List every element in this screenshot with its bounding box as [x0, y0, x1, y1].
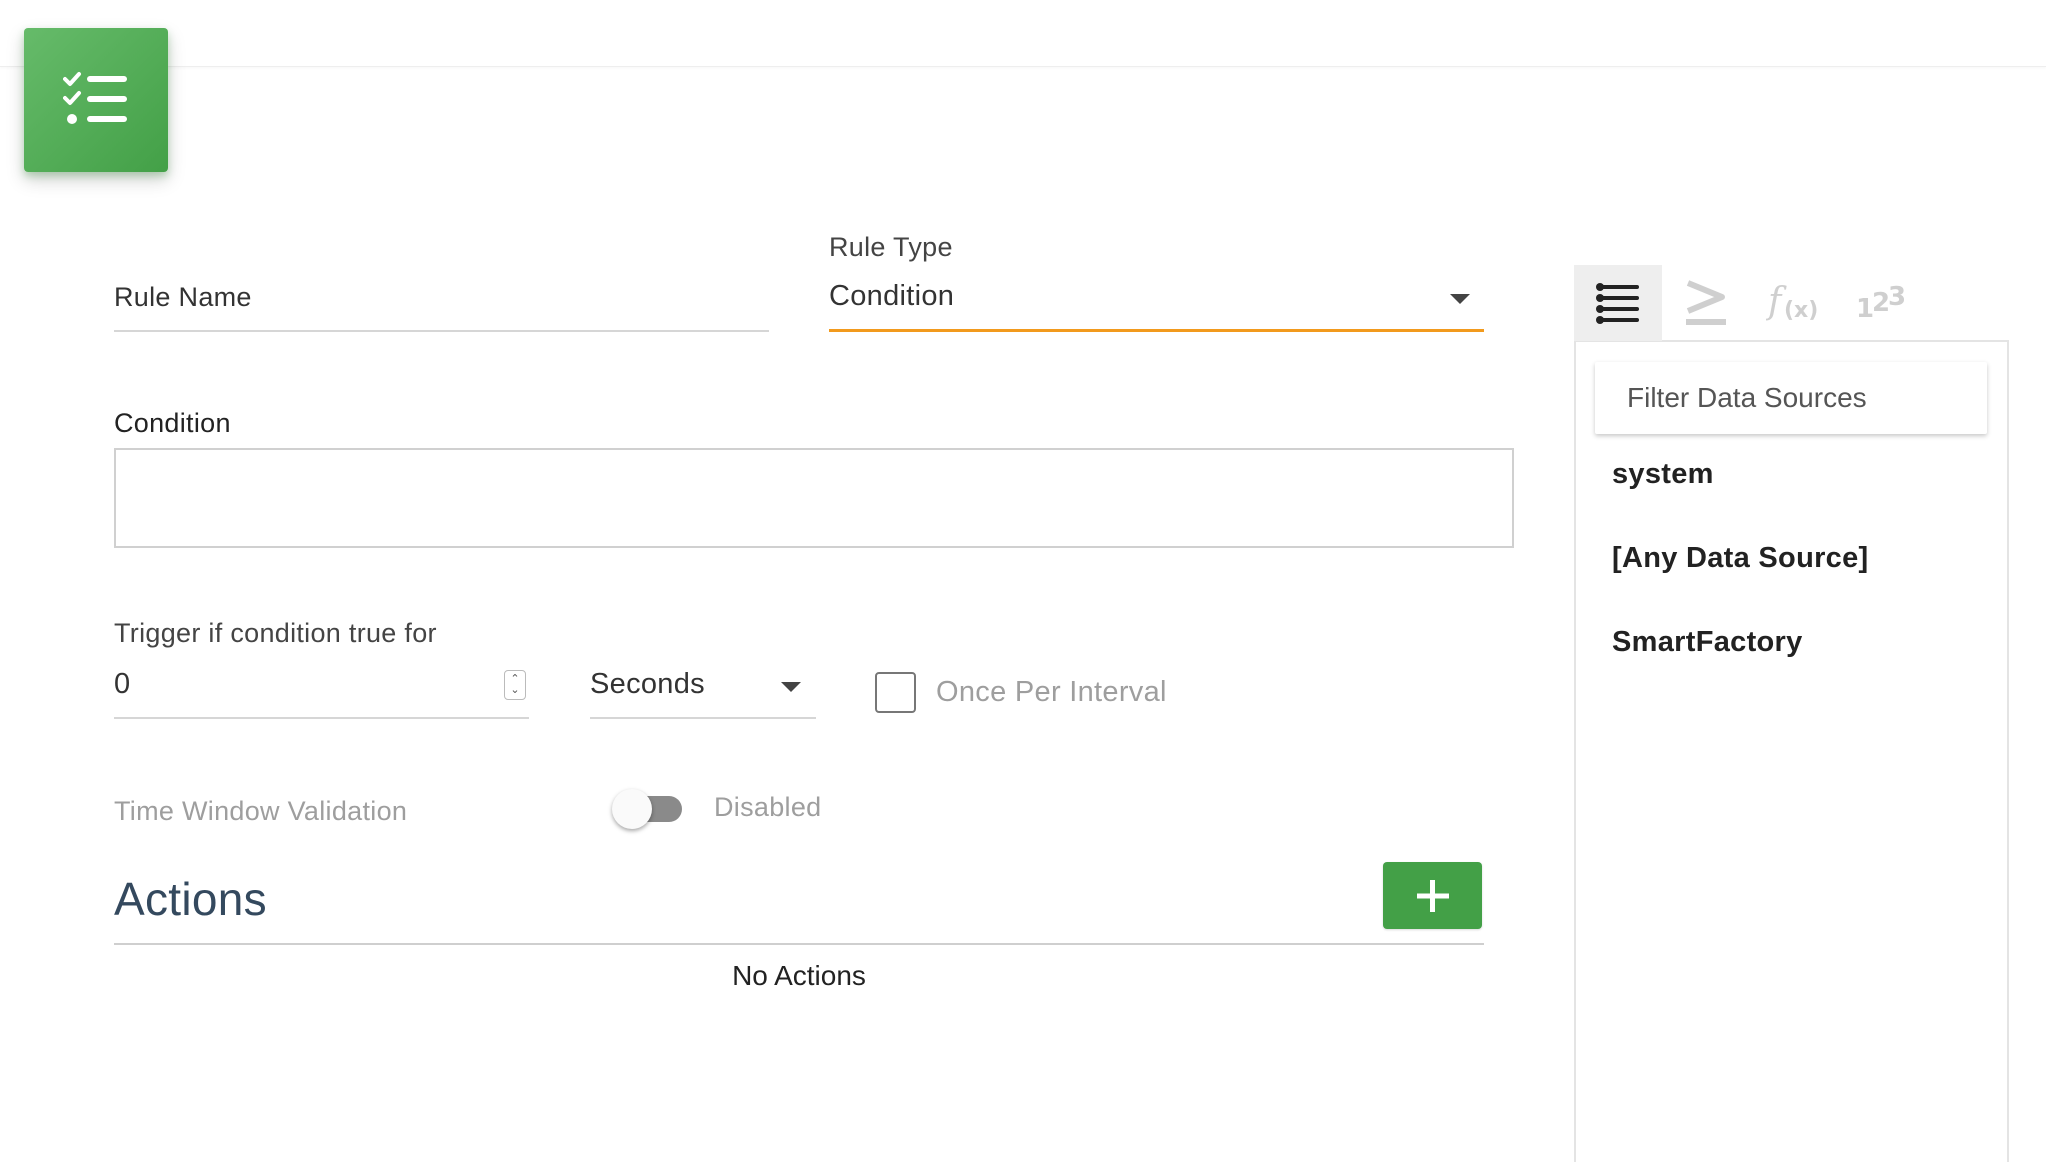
data-source-item-system[interactable]: system [1612, 458, 1714, 491]
condition-editor[interactable] [114, 448, 1514, 548]
tab-operators[interactable] [1662, 265, 1750, 341]
top-bar [0, 0, 2046, 67]
svg-text:3: 3 [1888, 282, 1906, 312]
chevron-down-icon [1450, 294, 1470, 304]
rule-type-label: Rule Type [829, 232, 953, 262]
numbers-icon: 1 2 3 [1856, 282, 1906, 324]
rule-name-input[interactable]: Rule Name [114, 282, 252, 313]
trigger-unit-value: Seconds [590, 668, 705, 700]
chevron-down-icon [781, 682, 801, 692]
rule-type-underline [829, 329, 1484, 332]
checklist-icon [63, 72, 127, 124]
rule-name-underline [114, 330, 769, 332]
actions-divider [114, 943, 1484, 945]
function-icon: f (x) [1766, 281, 1818, 323]
list-icon [1596, 283, 1639, 324]
condition-label: Condition [114, 408, 231, 438]
data-source-item-any[interactable]: [Any Data Source] [1612, 542, 1869, 575]
trigger-label: Trigger if condition true for [114, 618, 437, 648]
time-window-status: Disabled [714, 792, 822, 822]
plus-icon [1416, 879, 1449, 912]
once-per-interval-checkbox[interactable] [875, 672, 916, 713]
trigger-unit-underline [590, 717, 816, 719]
number-stepper[interactable]: ⌃ ⌄ [504, 670, 526, 700]
trigger-duration-input[interactable]: 0 [114, 664, 529, 716]
rule-header-badge [24, 28, 168, 172]
data-source-item-smartfactory[interactable]: SmartFactory [1612, 626, 1803, 659]
trigger-duration-underline [114, 717, 529, 719]
tab-functions[interactable]: f (x) [1750, 265, 1838, 341]
svg-text:(x): (x) [1784, 298, 1818, 323]
add-action-button[interactable] [1383, 862, 1482, 929]
no-actions-text: No Actions [732, 960, 866, 991]
filter-data-sources-input[interactable] [1595, 362, 1987, 434]
tab-data-sources[interactable] [1574, 265, 1662, 341]
tab-constants[interactable]: 1 2 3 [1838, 265, 1926, 341]
stepper-down-icon[interactable]: ⌄ [510, 685, 519, 696]
greater-equal-icon [1686, 280, 1726, 325]
trigger-duration-value: 0 [114, 668, 131, 700]
time-window-label: Time Window Validation [114, 796, 408, 826]
rule-type-value: Condition [829, 280, 955, 312]
rule-type-select[interactable]: Condition [829, 272, 1484, 332]
actions-heading: Actions [114, 873, 267, 925]
filter-data-sources-box [1595, 362, 1987, 434]
toggle-knob[interactable] [612, 789, 652, 829]
trigger-unit-select[interactable]: Seconds [590, 664, 816, 716]
once-per-interval-label[interactable]: Once Per Interval [936, 676, 1167, 709]
